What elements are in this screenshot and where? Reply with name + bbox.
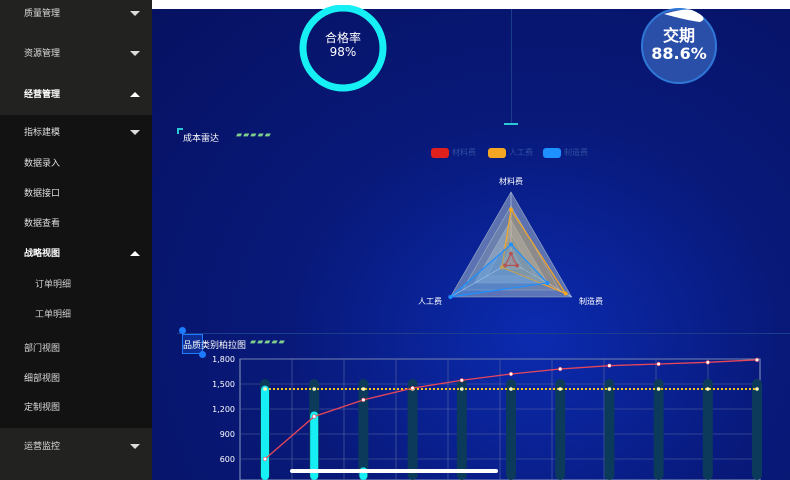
sidebar-item[interactable]: 细部视图 bbox=[0, 365, 152, 393]
sidebar-item[interactable]: 数据查看 bbox=[0, 210, 152, 238]
legend-item[interactable]: 人工费 bbox=[488, 147, 533, 158]
divider-line bbox=[511, 9, 512, 124]
reference-point bbox=[706, 387, 710, 391]
cumulative-point bbox=[459, 378, 464, 383]
bar-background bbox=[653, 379, 664, 480]
reference-point bbox=[755, 387, 759, 391]
radar-point bbox=[448, 295, 453, 299]
chevron-up-icon bbox=[130, 251, 140, 256]
stripes-icon: ▰▰▰▰▰ bbox=[250, 337, 286, 346]
cumulative-point bbox=[410, 386, 415, 391]
cumulative-point bbox=[312, 414, 317, 419]
bar-background bbox=[752, 379, 762, 480]
sidebar-item-label: 数据接口 bbox=[24, 189, 61, 199]
cumulative-point bbox=[508, 371, 514, 377]
sidebar: 质量管理资源管理经营管理指标建模数据录入数据接口数据查看战略视图订单明细工单明细… bbox=[0, 0, 152, 480]
chevron-down-icon bbox=[130, 444, 140, 449]
radar-title: 成本雷达 bbox=[183, 134, 220, 144]
delivery-label: 交期 bbox=[662, 26, 695, 45]
horizontal-scrollbar[interactable] bbox=[290, 469, 498, 473]
cumulative-point bbox=[705, 360, 710, 365]
sidebar-item[interactable]: 订单明细 bbox=[0, 271, 152, 299]
pareto-chart: 1,800 1,500 1,200 900 600 bbox=[212, 355, 762, 480]
cumulative-point bbox=[607, 363, 612, 368]
legend-item[interactable]: 材料费 bbox=[431, 147, 476, 158]
reference-point bbox=[460, 387, 464, 391]
sidebar-item[interactable]: 质量管理 bbox=[0, 0, 152, 28]
bar-background bbox=[555, 379, 566, 480]
y-tick-label: 1,200 bbox=[212, 405, 235, 414]
chevron-up-icon bbox=[130, 92, 140, 97]
bar-background bbox=[358, 379, 369, 480]
sidebar-item-label: 定制视图 bbox=[24, 403, 61, 413]
chevron-down-icon bbox=[130, 11, 140, 16]
sidebar-item-label: 部门视图 bbox=[24, 344, 61, 354]
cumulative-point bbox=[262, 456, 268, 462]
sidebar-item[interactable]: 指标建模 bbox=[0, 119, 152, 147]
cumulative-point bbox=[656, 361, 661, 367]
bar-background bbox=[456, 379, 467, 480]
bar-background bbox=[604, 379, 615, 480]
sidebar-item[interactable]: 经营管理 bbox=[0, 81, 152, 109]
sidebar-item-label: 资源管理 bbox=[24, 49, 61, 59]
pass-rate-value: 98% bbox=[329, 45, 357, 59]
sidebar-item-label: 战略视图 bbox=[24, 249, 61, 259]
radar-point bbox=[509, 242, 513, 247]
reference-point bbox=[509, 387, 513, 391]
cumulative-point bbox=[361, 397, 366, 402]
y-tick-label: 600 bbox=[220, 455, 235, 464]
sidebar-item[interactable]: 部门视图 bbox=[0, 335, 152, 363]
radar-axis-label: 材料费 bbox=[499, 177, 523, 186]
radar-point bbox=[545, 281, 550, 285]
radar-chart bbox=[448, 191, 573, 299]
y-tick-label: 900 bbox=[220, 430, 235, 439]
sidebar-item-label: 数据查看 bbox=[24, 219, 61, 229]
sidebar-item[interactable]: 数据接口 bbox=[0, 180, 152, 208]
bar-background bbox=[702, 379, 713, 480]
section-divider bbox=[177, 333, 790, 334]
reference-point bbox=[656, 387, 661, 391]
sidebar-item[interactable]: 运营监控 bbox=[0, 433, 152, 461]
sidebar-item-label: 指标建模 bbox=[24, 128, 61, 138]
sidebar-item-label: 订单明细 bbox=[35, 280, 72, 290]
cumulative-point bbox=[558, 366, 563, 372]
sidebar-item-label: 质量管理 bbox=[24, 9, 61, 19]
radar-point bbox=[563, 291, 568, 296]
y-tick-label: 1,800 bbox=[212, 355, 235, 364]
y-tick-label: 1,500 bbox=[212, 380, 235, 389]
divider-mark bbox=[504, 118, 518, 125]
reference-point bbox=[607, 387, 612, 391]
sidebar-item-label: 细部视图 bbox=[24, 374, 61, 384]
bar-background bbox=[407, 379, 418, 480]
legend-item[interactable]: 制造费 bbox=[543, 147, 588, 158]
bar bbox=[261, 385, 269, 480]
radar-axis-label: 人工费 bbox=[418, 297, 442, 306]
reference-point bbox=[361, 387, 366, 391]
sidebar-item[interactable]: 数据录入 bbox=[0, 150, 152, 178]
sidebar-item-label: 工单明细 bbox=[35, 310, 72, 320]
delivery-value: 88.6% bbox=[651, 44, 707, 63]
sidebar-item-label: 数据录入 bbox=[24, 159, 61, 169]
bar-background bbox=[506, 379, 516, 480]
sidebar-item[interactable]: 战略视图 bbox=[0, 240, 152, 268]
reference-point bbox=[558, 387, 562, 391]
chevron-down-icon bbox=[130, 130, 140, 135]
reference-point bbox=[312, 387, 316, 391]
sidebar-item[interactable]: 工单明细 bbox=[0, 301, 152, 329]
radar-point bbox=[509, 207, 513, 212]
chevron-down-icon bbox=[130, 51, 140, 56]
sidebar-item-label: 运营监控 bbox=[24, 442, 61, 452]
stripes-icon: ▰▰▰▰▰ bbox=[236, 130, 272, 139]
handle-icon[interactable] bbox=[179, 327, 186, 334]
sidebar-item-label: 经营管理 bbox=[24, 90, 61, 100]
sidebar-item[interactable]: 资源管理 bbox=[0, 40, 152, 68]
pass-rate-label: 合格率 bbox=[324, 31, 361, 45]
cumulative-point bbox=[754, 357, 760, 362]
reference-point bbox=[263, 387, 267, 391]
sidebar-item[interactable]: 定制视图 bbox=[0, 394, 152, 422]
